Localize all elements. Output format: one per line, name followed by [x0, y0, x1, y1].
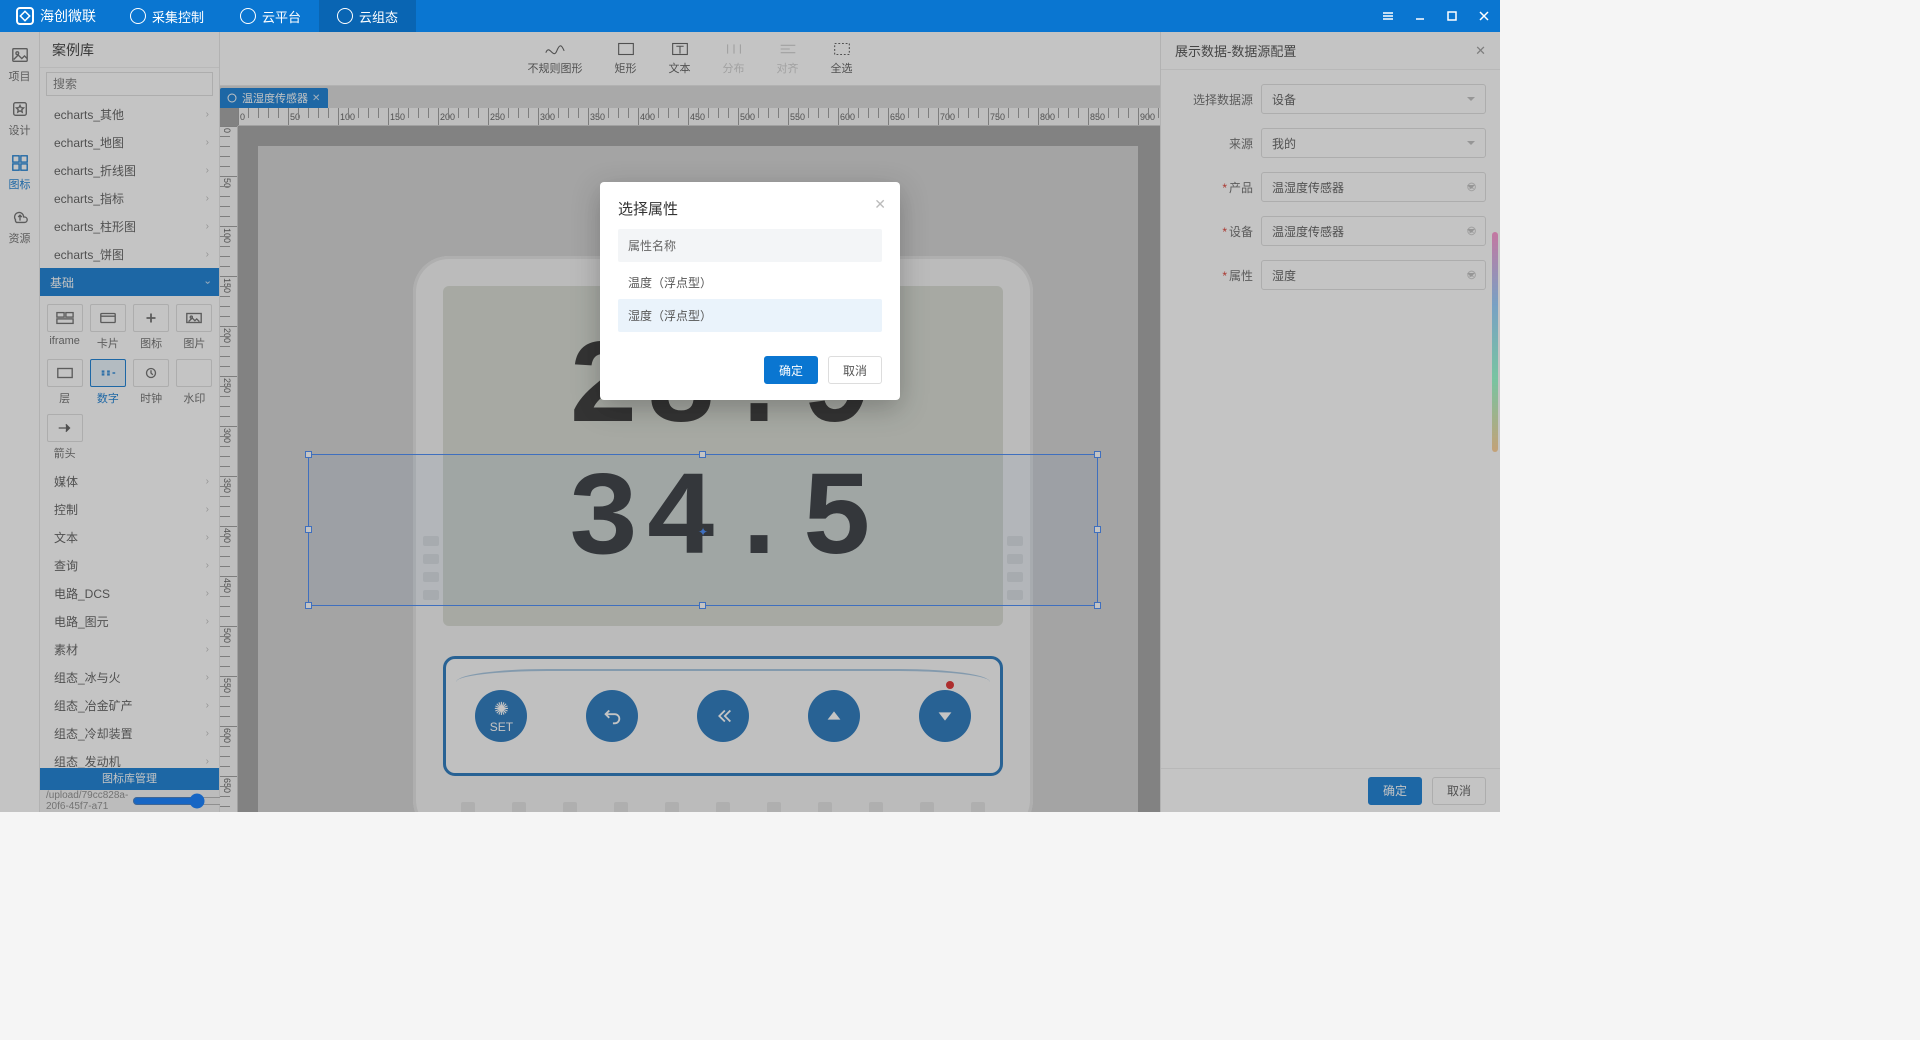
top-menu: 采集控制 云平台 云组态	[112, 0, 416, 32]
attribute-option[interactable]: 湿度（浮点型）	[618, 299, 882, 332]
modal-overlay[interactable]	[0, 32, 1500, 812]
cloud-icon	[130, 8, 146, 24]
select-attribute-modal: 选择属性 ✕ 属性名称 温度（浮点型） 湿度（浮点型） 确定 取消	[600, 182, 900, 400]
cloud-icon	[337, 8, 353, 24]
cloud-icon	[240, 8, 256, 24]
window-menu-button[interactable]	[1372, 0, 1404, 32]
window-controls	[1372, 0, 1500, 32]
modal-cancel-button[interactable]: 取消	[828, 356, 882, 384]
app-logo: 海创微联	[0, 6, 112, 26]
window-maximize-button[interactable]	[1436, 0, 1468, 32]
menu-item-scada[interactable]: 云组态	[319, 0, 416, 32]
window-minimize-button[interactable]	[1404, 0, 1436, 32]
modal-column-header: 属性名称	[618, 229, 882, 262]
logo-icon	[16, 7, 34, 25]
menu-item-platform[interactable]: 云平台	[222, 0, 319, 32]
modal-title: 选择属性	[618, 201, 678, 218]
top-menu-bar: 海创微联 采集控制 云平台 云组态	[0, 0, 1500, 32]
window-close-button[interactable]	[1468, 0, 1500, 32]
modal-confirm-button[interactable]: 确定	[764, 356, 818, 384]
close-icon[interactable]: ✕	[874, 196, 886, 213]
menu-item-collect[interactable]: 采集控制	[112, 0, 222, 32]
attribute-option[interactable]: 温度（浮点型）	[618, 266, 882, 299]
app-name: 海创微联	[40, 6, 96, 26]
